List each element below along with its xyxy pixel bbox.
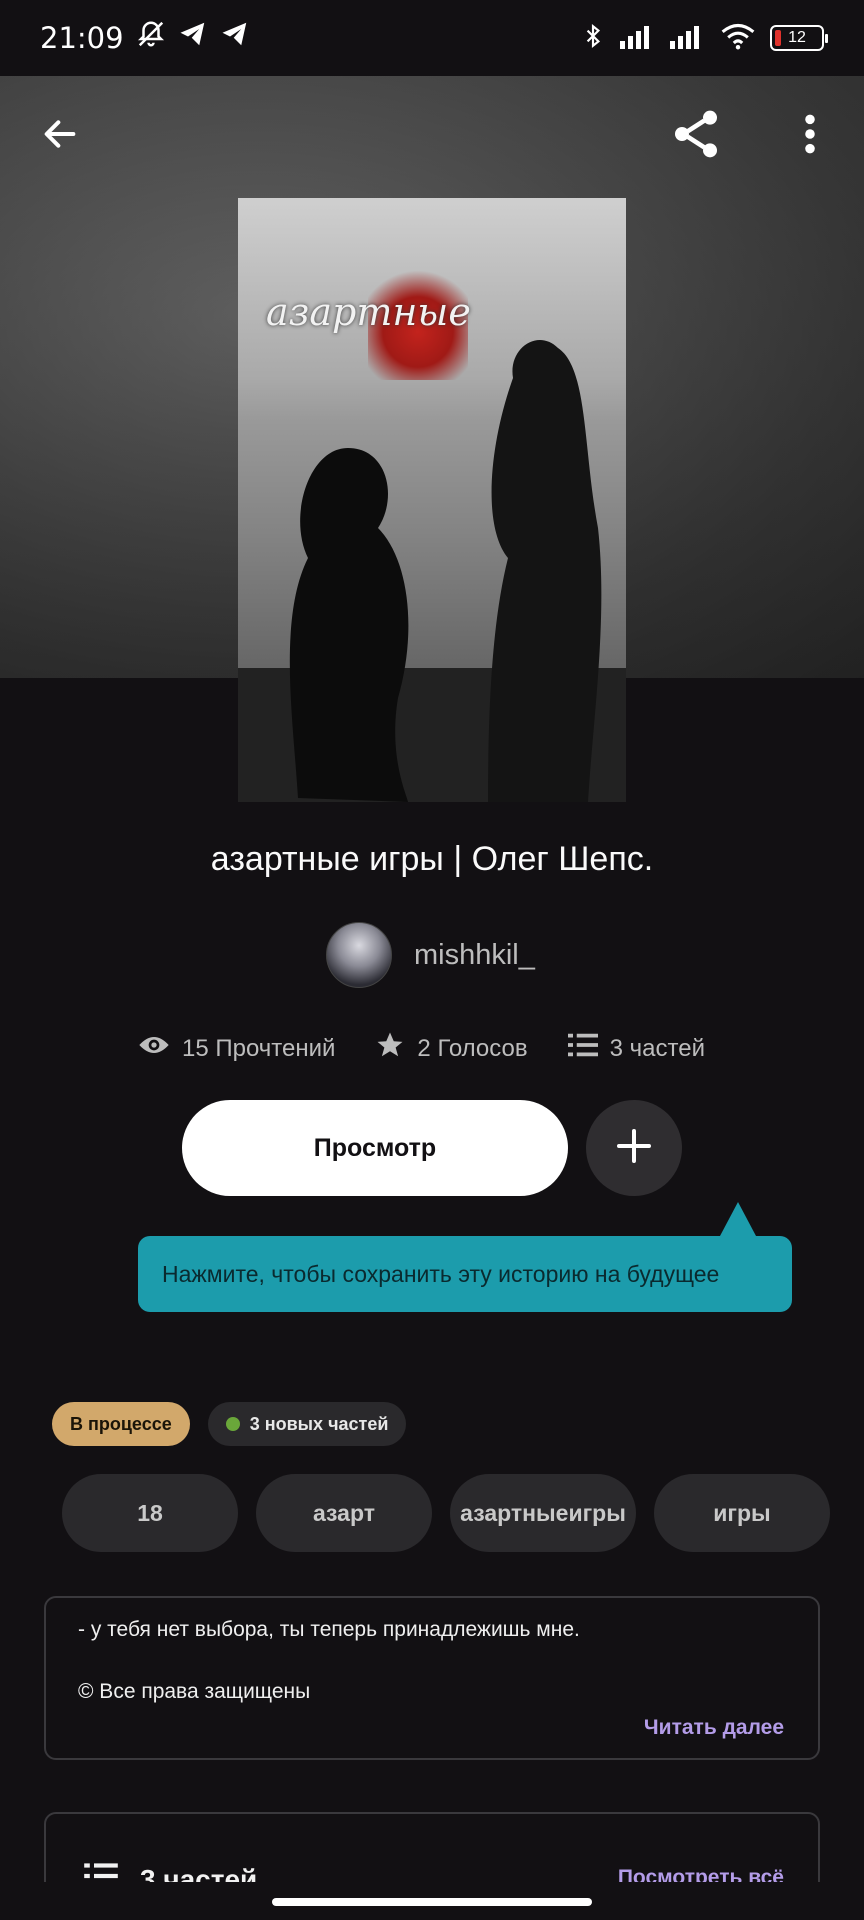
battery-level: 12 xyxy=(788,29,806,46)
author-name[interactable]: mishhkil_ xyxy=(414,939,535,972)
copyright-line: © Все права защищены xyxy=(78,1680,311,1703)
cover-silhouettes xyxy=(238,339,626,802)
parts-count: 3 частей xyxy=(609,1034,705,1062)
reads-stat: 15 Прочтений xyxy=(138,1033,335,1064)
tags-row[interactable]: 18 азарт азартныеигры игры xyxy=(62,1474,830,1554)
new-dot-icon xyxy=(225,1417,240,1431)
add-to-library-button[interactable] xyxy=(586,1100,682,1196)
status-time: 21:09 xyxy=(40,21,124,55)
bell-off-icon xyxy=(136,19,166,57)
story-title: азартные игры | Олег Шепс. xyxy=(210,840,654,878)
status-left: 21:09 xyxy=(40,19,250,57)
stats-row: 15 Прочтений 2 Голосов 3 частей xyxy=(138,1030,705,1067)
share-button[interactable] xyxy=(664,104,728,168)
status-bar: 21:09 12 xyxy=(0,0,864,76)
tooltip-arrow xyxy=(720,1202,756,1236)
eye-icon xyxy=(138,1033,170,1064)
telegram-icon xyxy=(178,19,208,57)
telegram-icon xyxy=(220,19,250,57)
signal-icon xyxy=(620,23,656,54)
tooltip-text: Нажмите, чтобы сохранить эту историю на … xyxy=(162,1260,720,1287)
votes-stat: 2 Голосов xyxy=(375,1030,528,1067)
new-parts-badge: 3 новых частей xyxy=(207,1402,407,1446)
reads-count: 15 Прочтений xyxy=(182,1034,336,1062)
author-row[interactable]: mishhkil_ xyxy=(326,922,535,988)
share-icon xyxy=(668,106,724,167)
star-icon xyxy=(375,1030,405,1067)
story-cover[interactable]: азартные xyxy=(238,198,626,802)
badges-row: В процессе 3 новых частей xyxy=(52,1402,407,1446)
description-line: - у тебя нет выбора, ты теперь принадлеж… xyxy=(78,1618,580,1641)
votes-count: 2 Голосов xyxy=(417,1034,528,1062)
tag-chip[interactable]: 18 xyxy=(62,1474,238,1552)
status-badge: В процессе xyxy=(52,1402,190,1446)
description-card[interactable]: - у тебя нет выбора, ты теперь принадлеж… xyxy=(44,1596,820,1760)
new-parts-label: 3 новых частей xyxy=(249,1413,389,1434)
tag-chip[interactable]: азартныеигры xyxy=(450,1474,636,1552)
tag-chip[interactable]: игры xyxy=(654,1474,830,1552)
back-button[interactable] xyxy=(28,104,92,168)
more-button[interactable] xyxy=(778,104,842,168)
arrow-left-icon xyxy=(40,114,80,159)
battery-icon: 12 xyxy=(770,25,828,51)
tag-chip[interactable]: азарт xyxy=(256,1474,432,1552)
save-tooltip[interactable]: Нажмите, чтобы сохранить эту историю на … xyxy=(138,1236,792,1312)
bluetooth-icon xyxy=(580,21,606,56)
parts-stat: 3 частей xyxy=(567,1032,705,1065)
status-right: 12 xyxy=(580,21,828,56)
read-more-link[interactable]: Читать далее xyxy=(644,1716,784,1740)
signal-icon xyxy=(670,23,706,54)
avatar[interactable] xyxy=(326,922,392,988)
wifi-icon xyxy=(720,22,756,55)
more-vertical-icon xyxy=(802,112,818,161)
list-icon xyxy=(567,1032,598,1065)
read-button[interactable]: Просмотр xyxy=(182,1100,568,1196)
home-indicator[interactable] xyxy=(272,1898,592,1906)
plus-icon xyxy=(614,1126,654,1171)
